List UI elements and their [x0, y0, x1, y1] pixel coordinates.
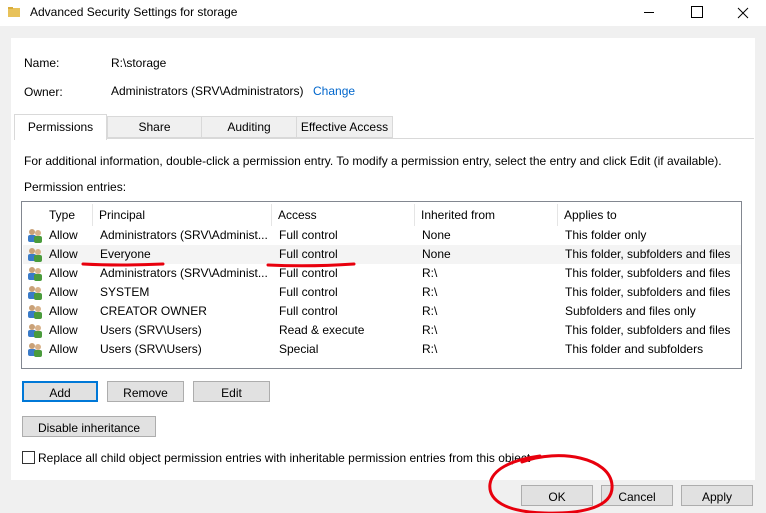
- column-divider: [92, 204, 93, 226]
- tab-auditing[interactable]: Auditing: [201, 116, 297, 138]
- edit-button[interactable]: Edit: [193, 381, 270, 402]
- tab-label: Effective Access: [300, 120, 389, 134]
- cell-type: Allow: [49, 247, 78, 261]
- help-text: For additional information, double-click…: [24, 154, 722, 168]
- remove-button[interactable]: Remove: [107, 381, 184, 402]
- cell-inherited: R:\: [422, 304, 438, 318]
- cell-principal: Users (SRV\Users): [100, 342, 202, 356]
- cell-principal: SYSTEM: [100, 285, 150, 299]
- cell-applies: This folder only: [565, 228, 647, 242]
- permission-entries-list[interactable]: Type Principal Access Inherited from App…: [21, 201, 742, 369]
- cell-type: Allow: [49, 304, 78, 318]
- cell-principal: Everyone: [100, 247, 151, 261]
- ok-button[interactable]: OK: [521, 485, 593, 506]
- cell-type: Allow: [49, 342, 78, 356]
- cell-principal: Administrators (SRV\Administ...: [100, 228, 268, 242]
- table-row[interactable]: Allow SYSTEM Full control R:\ This folder, s…: [23, 283, 741, 302]
- users-icon: [28, 305, 42, 319]
- users-icon: [28, 248, 42, 262]
- folder-icon: [8, 7, 20, 17]
- name-value: R:\storage: [111, 56, 167, 70]
- cell-access: Full control: [279, 228, 338, 242]
- table-row[interactable]: Allow Administrators (SRV\Administ... Full…: [23, 264, 741, 283]
- tab-label: Permissions: [27, 120, 94, 134]
- tab-effective-access[interactable]: Effective Access: [296, 116, 393, 138]
- cell-applies: Subfolders and files only: [565, 304, 696, 318]
- minimize-button[interactable]: [627, 0, 673, 26]
- cell-access: Full control: [279, 285, 338, 299]
- cancel-button[interactable]: Cancel: [601, 485, 673, 506]
- cell-access: Full control: [279, 266, 338, 280]
- table-row[interactable]: Allow Everyone Full control None This folder…: [23, 245, 741, 264]
- cell-applies: This folder, subfolders and files: [565, 266, 731, 280]
- table-row[interactable]: Allow CREATOR OWNER Full control R:\ Subfold…: [23, 302, 741, 321]
- column-header-inherited-from[interactable]: Inherited from: [421, 208, 495, 226]
- cell-type: Allow: [49, 266, 78, 280]
- change-owner-link[interactable]: Change: [313, 84, 355, 98]
- users-icon: [28, 343, 42, 357]
- column-header-type[interactable]: Type: [49, 208, 75, 226]
- cell-principal: Users (SRV\Users): [100, 323, 202, 337]
- users-icon: [28, 229, 42, 243]
- cell-type: Allow: [49, 285, 78, 299]
- cell-type: Allow: [49, 228, 78, 242]
- column-divider: [414, 204, 415, 226]
- column-divider: [557, 204, 558, 226]
- cell-applies: This folder, subfolders and files: [565, 323, 731, 337]
- cell-inherited: None: [422, 247, 451, 261]
- users-icon: [28, 324, 42, 338]
- cell-applies: This folder, subfolders and files: [565, 247, 731, 261]
- close-button[interactable]: [720, 0, 766, 26]
- maximize-button[interactable]: [674, 0, 720, 26]
- cell-applies: This folder, subfolders and files: [565, 285, 731, 299]
- title-bar: Advanced Security Settings for storage: [0, 0, 766, 26]
- cell-principal: CREATOR OWNER: [100, 304, 207, 318]
- cell-inherited: R:\: [422, 342, 438, 356]
- tab-share[interactable]: Share: [107, 116, 202, 138]
- tab-label: Share: [138, 120, 171, 134]
- apply-button[interactable]: Apply: [681, 485, 753, 506]
- cell-inherited: R:\: [422, 323, 438, 337]
- disable-inheritance-button[interactable]: Disable inheritance: [22, 416, 156, 437]
- users-icon: [28, 267, 42, 281]
- owner-label: Owner:: [24, 85, 63, 99]
- cell-access: Read & execute: [279, 323, 365, 337]
- replace-permissions-checkbox[interactable]: [22, 451, 35, 464]
- cell-access: Special: [279, 342, 319, 356]
- tab-divider: [14, 138, 754, 139]
- tab-label: Auditing: [227, 120, 271, 134]
- cell-type: Allow: [49, 323, 78, 337]
- users-icon: [28, 286, 42, 300]
- cell-inherited: R:\: [422, 285, 438, 299]
- close-icon: [737, 7, 749, 19]
- table-row[interactable]: Allow Users (SRV\Users) Read & execute R:\ T…: [23, 321, 741, 340]
- add-button[interactable]: Add: [22, 381, 98, 402]
- column-header-access[interactable]: Access: [278, 208, 317, 226]
- cell-inherited: None: [422, 228, 451, 242]
- column-header-applies-to[interactable]: Applies to: [564, 208, 617, 226]
- replace-permissions-label: Replace all child object permission entr…: [38, 451, 531, 465]
- tab-permissions[interactable]: Permissions: [14, 114, 107, 140]
- cell-access: Full control: [279, 247, 338, 261]
- owner-value: Administrators (SRV\Administrators): [111, 84, 304, 98]
- window-title: Advanced Security Settings for storage: [30, 5, 238, 19]
- table-row[interactable]: Allow Users (SRV\Users) Special R:\ This fol…: [23, 340, 741, 359]
- column-divider: [271, 204, 272, 226]
- cell-applies: This folder and subfolders: [565, 342, 704, 356]
- cell-inherited: R:\: [422, 266, 438, 280]
- permission-entries-label: Permission entries:: [24, 180, 127, 194]
- name-label: Name:: [24, 56, 60, 70]
- table-row[interactable]: Allow Administrators (SRV\Administ... Full…: [23, 226, 741, 245]
- column-header-principal[interactable]: Principal: [99, 208, 145, 226]
- cell-principal: Administrators (SRV\Administ...: [100, 266, 268, 280]
- cell-access: Full control: [279, 304, 338, 318]
